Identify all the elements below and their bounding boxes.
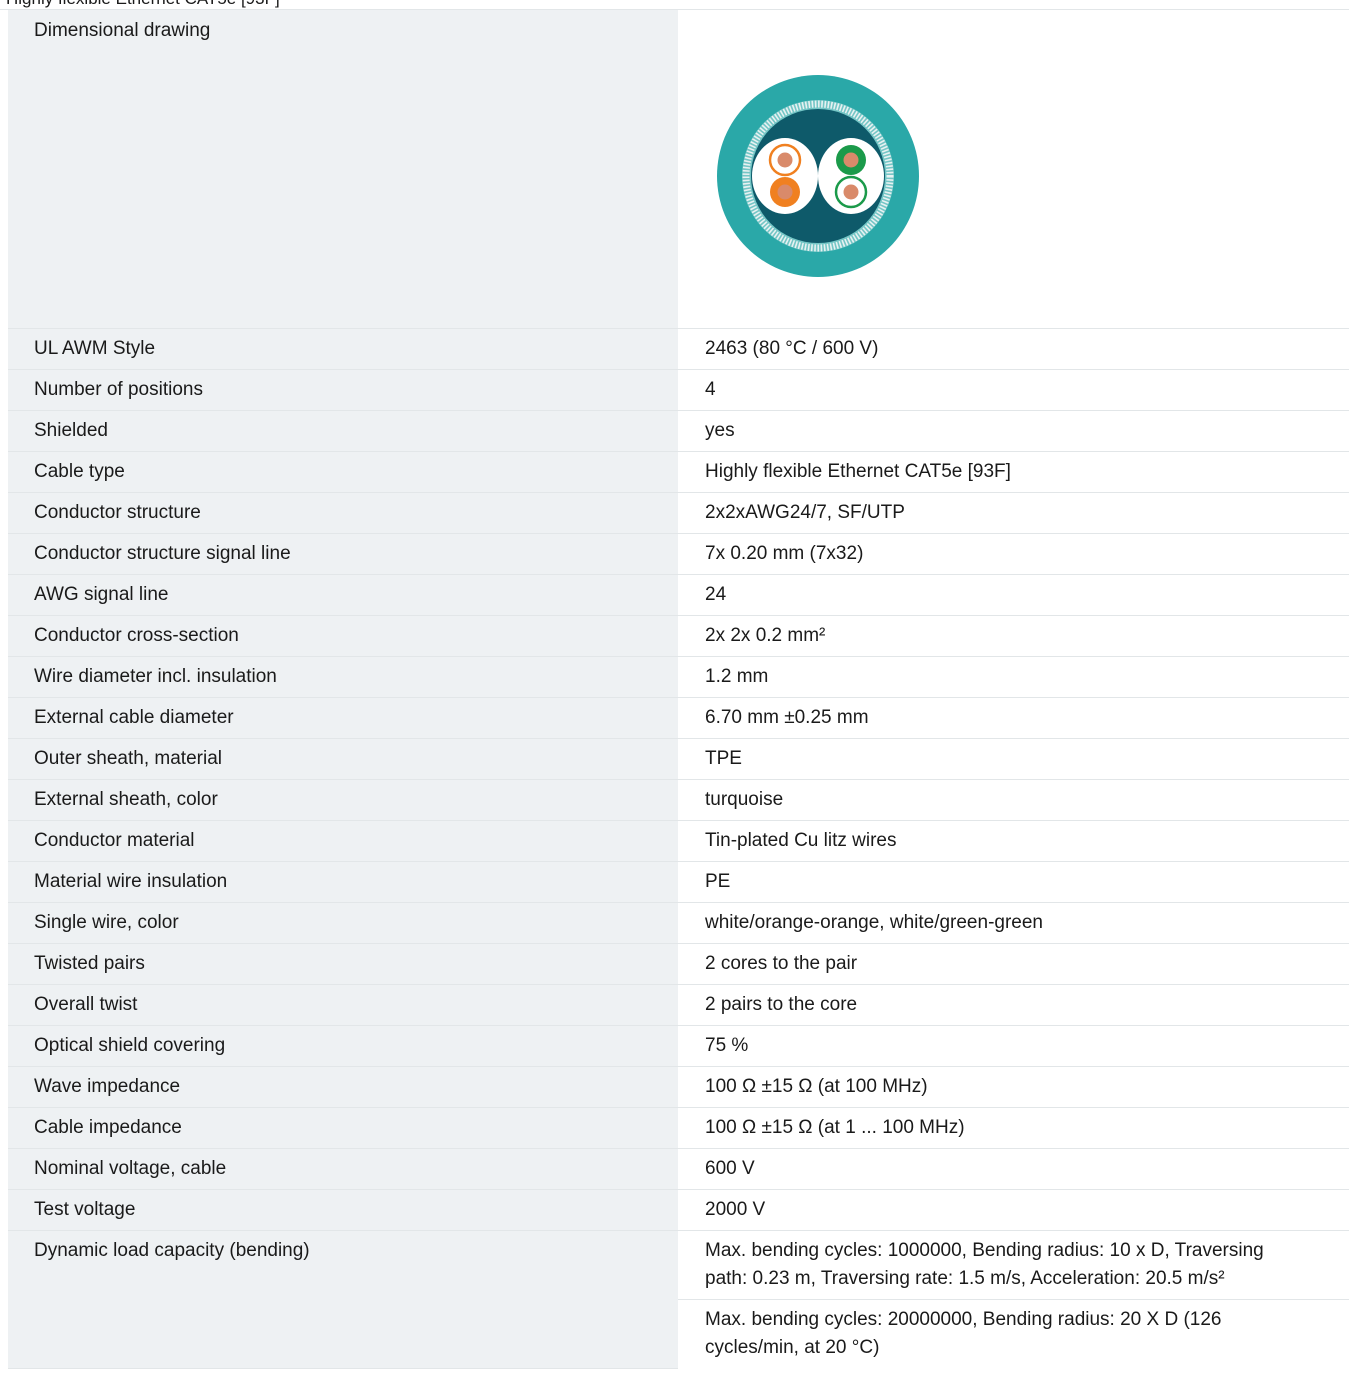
row-label: Shielded xyxy=(8,410,678,452)
row-value: TPE xyxy=(678,738,1349,780)
row-value: Max. bending cycles: 20000000, Bending r… xyxy=(705,1308,1222,1358)
row-value: Max. bending cycles: 1000000, Bending ra… xyxy=(678,1230,1349,1300)
row-label: Material wire insulation xyxy=(8,861,678,903)
spec-table-body: Dimensional drawing UL AWM Style 2463 (80… xyxy=(8,10,1349,1369)
table-row: UL AWM Style 2463 (80 °C / 600 V) xyxy=(8,328,1349,370)
table-row: Conductor cross-section 2x 2x 0.2 mm² xyxy=(8,615,1349,657)
row-value: white/orange-orange, white/green-green xyxy=(678,902,1349,944)
table-row: Optical shield covering 75 % xyxy=(8,1025,1349,1067)
table-row: External sheath, color turquoise xyxy=(8,779,1349,821)
row-value: PE xyxy=(678,861,1349,903)
row-value: 2000 V xyxy=(678,1189,1349,1231)
row-label: Dynamic load capacity (bending) xyxy=(8,1230,678,1369)
spec-table: Dimensional drawing UL AWM Style 2463 (80… xyxy=(8,10,1349,1369)
row-value: 1.2 mm xyxy=(678,656,1349,698)
row-label: Wire diameter incl. insulation xyxy=(8,656,678,698)
row-label: External cable diameter xyxy=(8,697,678,739)
previous-row-cutoff: Highly flexible Ethernet CAT5e [93F] xyxy=(0,0,1353,10)
row-value: 6.70 mm ±0.25 mm xyxy=(678,697,1349,739)
row-value: 75 % xyxy=(678,1025,1349,1067)
table-row: Cable type Highly flexible Ethernet CAT5e… xyxy=(8,451,1349,493)
conductor xyxy=(777,184,793,200)
row-label: Single wire, color xyxy=(8,902,678,944)
table-row: Nominal voltage, cable 600 V xyxy=(8,1148,1349,1190)
row-value: 4 xyxy=(678,369,1349,411)
row-value: yes xyxy=(678,410,1349,452)
table-row: External cable diameter 6.70 mm ±0.25 mm xyxy=(8,697,1349,739)
table-row: Single wire, color white/orange-orange, w… xyxy=(8,902,1349,944)
table-row: Dynamic load capacity (bending) Max. bend… xyxy=(8,1230,1349,1369)
table-row: Test voltage 2000 V xyxy=(8,1189,1349,1231)
row-label: UL AWM Style xyxy=(8,328,678,370)
row-value: 2x2xAWG24/7, SF/UTP xyxy=(678,492,1349,534)
table-row: Cable impedance 100 Ω ±15 Ω (at 1 ... 100… xyxy=(8,1107,1349,1149)
row-label: Dimensional drawing xyxy=(8,10,678,329)
table-row: Wire diameter incl. insulation 1.2 mm xyxy=(8,656,1349,698)
row-label: External sheath, color xyxy=(8,779,678,821)
table-row: Shielded yes xyxy=(8,410,1349,452)
row-label: Conductor structure xyxy=(8,492,678,534)
row-value: 600 V xyxy=(678,1148,1349,1190)
row-value: 2x 2x 0.2 mm² xyxy=(678,615,1349,657)
conductor xyxy=(843,184,859,200)
row-label: Cable type xyxy=(8,451,678,493)
table-row-dimensional-drawing: Dimensional drawing xyxy=(8,10,1349,329)
table-row: AWG signal line 24 xyxy=(8,574,1349,616)
row-value: Tin-plated Cu litz wires xyxy=(678,820,1349,862)
row-value: turquoise xyxy=(678,779,1349,821)
cutoff-text: Highly flexible Ethernet CAT5e [93F] xyxy=(6,0,280,9)
table-row: Twisted pairs 2 cores to the pair xyxy=(8,943,1349,985)
table-row: Conductor structure signal line 7x 0.20 m… xyxy=(8,533,1349,575)
row-label: Optical shield covering xyxy=(8,1025,678,1067)
drawing-cell xyxy=(678,10,1349,329)
row-value: 100 Ω ±15 Ω (at 1 ... 100 MHz) xyxy=(678,1107,1349,1149)
table-row: Conductor structure 2x2xAWG24/7, SF/UTP xyxy=(8,492,1349,534)
conductor xyxy=(843,152,859,168)
row-label: Conductor cross-section xyxy=(8,615,678,657)
row-value: 2 pairs to the core xyxy=(678,984,1349,1026)
row-value: 7x 0.20 mm (7x32) xyxy=(678,533,1349,575)
row-value: Highly flexible Ethernet CAT5e [93F] xyxy=(678,451,1349,493)
row-label: Number of positions xyxy=(8,369,678,411)
row-value: 2 cores to the pair xyxy=(678,943,1349,985)
row-label: Twisted pairs xyxy=(8,943,678,985)
row-label: Nominal voltage, cable xyxy=(8,1148,678,1190)
table-row: Conductor material Tin-plated Cu litz wir… xyxy=(8,820,1349,862)
row-value: 100 Ω ±15 Ω (at 100 MHz) xyxy=(678,1066,1349,1108)
row-label: Outer sheath, material xyxy=(8,738,678,780)
row-label: Overall twist xyxy=(8,984,678,1026)
table-row: Outer sheath, material TPE xyxy=(8,738,1349,780)
row-label: Wave impedance xyxy=(8,1066,678,1108)
cable-cross-section-image xyxy=(717,75,919,277)
table-row: Material wire insulation PE xyxy=(8,861,1349,903)
table-row: Number of positions 4 xyxy=(8,369,1349,411)
row-label: Cable impedance xyxy=(8,1107,678,1149)
row-label: AWG signal line xyxy=(8,574,678,616)
row-label: Test voltage xyxy=(8,1189,678,1231)
table-row: Overall twist 2 pairs to the core xyxy=(8,984,1349,1026)
table-row: Wave impedance 100 Ω ±15 Ω (at 100 MHz) xyxy=(8,1066,1349,1108)
row-label: Conductor material xyxy=(8,820,678,862)
row-label: Conductor structure signal line xyxy=(8,533,678,575)
row-value: 2463 (80 °C / 600 V) xyxy=(678,328,1349,370)
row-value: 24 xyxy=(678,574,1349,616)
conductor xyxy=(777,152,793,168)
